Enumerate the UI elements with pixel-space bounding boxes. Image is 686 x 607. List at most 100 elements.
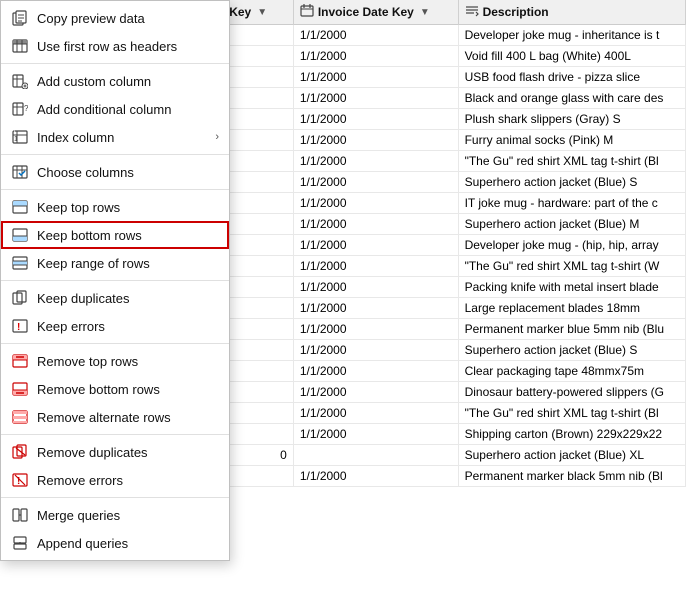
- menu-item-label-keep-duplicates: Keep duplicates: [37, 291, 219, 306]
- cell-date: 1/1/2000: [293, 424, 458, 445]
- svg-text:i: i: [14, 130, 15, 136]
- menu-item-keep-bottom-rows[interactable]: Keep bottom rows: [1, 221, 229, 249]
- menu-item-label-remove-alternate-rows: Remove alternate rows: [37, 410, 219, 425]
- context-menu: Copy preview data Use first row as header…: [0, 0, 230, 561]
- invoice-date-key-header[interactable]: Invoice Date Key ▼: [293, 0, 458, 25]
- cell-date: 1/1/2000: [293, 109, 458, 130]
- menu-divider: [1, 497, 229, 498]
- menu-item-label-append-queries: Append queries: [37, 536, 219, 551]
- cell-desc: Superhero action jacket (Blue) M: [458, 214, 685, 235]
- remove-top-icon: [11, 352, 29, 370]
- cell-desc: Superhero action jacket (Blue) XL: [458, 445, 685, 466]
- menu-item-add-conditional-col[interactable]: ? Add conditional column: [1, 95, 229, 123]
- description-header[interactable]: Description: [458, 0, 685, 25]
- menu-item-keep-range-rows[interactable]: Keep range of rows: [1, 249, 229, 277]
- cell-date: 1/1/2000: [293, 319, 458, 340]
- menu-item-remove-bottom-rows[interactable]: Remove bottom rows: [1, 375, 229, 403]
- cell-desc: Packing knife with metal insert blade: [458, 277, 685, 298]
- keep-dup-icon: [11, 289, 29, 307]
- cell-date: 1/1/2000: [293, 256, 458, 277]
- cell-date: 1/1/2000: [293, 172, 458, 193]
- menu-item-remove-top-rows[interactable]: Remove top rows: [1, 347, 229, 375]
- cell-desc: Black and orange glass with care des: [458, 88, 685, 109]
- cell-date: 1/1/2000: [293, 193, 458, 214]
- cell-desc: Plush shark slippers (Gray) S: [458, 109, 685, 130]
- cell-date: 1/1/2000: [293, 403, 458, 424]
- cell-desc: Developer joke mug - (hip, hip, array: [458, 235, 685, 256]
- menu-item-add-custom-col[interactable]: Add custom column: [1, 67, 229, 95]
- cell-desc: Superhero action jacket (Blue) S: [458, 340, 685, 361]
- cell-date: 1/1/2000: [293, 130, 458, 151]
- menu-item-merge-queries[interactable]: Merge queries: [1, 501, 229, 529]
- menu-item-label-remove-top-rows: Remove top rows: [37, 354, 219, 369]
- customer-key-dropdown[interactable]: ▼: [255, 7, 269, 18]
- menu-item-label-choose-columns: Choose columns: [37, 165, 219, 180]
- append-icon: [11, 534, 29, 552]
- add-col-icon: [11, 72, 29, 90]
- menu-item-index-column[interactable]: 1i Index column ›: [1, 123, 229, 151]
- description-type-icon: [465, 4, 479, 20]
- invoice-date-label: Invoice Date Key: [318, 5, 414, 19]
- menu-item-label-keep-top-rows: Keep top rows: [37, 200, 219, 215]
- menu-divider: [1, 280, 229, 281]
- copy-icon: [11, 9, 29, 27]
- menu-item-keep-errors[interactable]: ! Keep errors: [1, 312, 229, 340]
- invoice-date-dropdown[interactable]: ▼: [418, 7, 432, 18]
- cell-desc: Superhero action jacket (Blue) S: [458, 172, 685, 193]
- cell-desc: IT joke mug - hardware: part of the c: [458, 193, 685, 214]
- menu-item-label-first-row-headers: Use first row as headers: [37, 39, 219, 54]
- svg-text:!: !: [17, 322, 20, 333]
- cell-date: 1/1/2000: [293, 277, 458, 298]
- menu-item-label-copy-preview: Copy preview data: [37, 11, 219, 26]
- menu-item-label-keep-errors: Keep errors: [37, 319, 219, 334]
- cell-date: [293, 445, 458, 466]
- cell-date: 1/1/2000: [293, 25, 458, 46]
- merge-icon: [11, 506, 29, 524]
- menu-item-remove-duplicates[interactable]: Remove duplicates: [1, 438, 229, 466]
- cell-date: 1/1/2000: [293, 67, 458, 88]
- cell-date: 1/1/2000: [293, 340, 458, 361]
- cell-desc: USB food flash drive - pizza slice: [458, 67, 685, 88]
- cell-desc: "The Gu" red shirt XML tag t-shirt (Bl: [458, 403, 685, 424]
- cell-desc: "The Gu" red shirt XML tag t-shirt (Bl: [458, 151, 685, 172]
- cell-desc: Developer joke mug - inheritance is t: [458, 25, 685, 46]
- cell-date: 1/1/2000: [293, 88, 458, 109]
- remove-alt-icon: [11, 408, 29, 426]
- menu-divider: [1, 343, 229, 344]
- cell-date: 1/1/2000: [293, 151, 458, 172]
- cell-desc: Void fill 400 L bag (White) 400L: [458, 46, 685, 67]
- keep-top-icon: [11, 198, 29, 216]
- menu-divider: [1, 154, 229, 155]
- menu-item-label-remove-bottom-rows: Remove bottom rows: [37, 382, 219, 397]
- cell-desc: Permanent marker blue 5mm nib (Blu: [458, 319, 685, 340]
- remove-err-icon: !: [11, 471, 29, 489]
- cell-desc: Furry animal socks (Pink) M: [458, 130, 685, 151]
- menu-divider: [1, 434, 229, 435]
- menu-item-label-keep-range-rows: Keep range of rows: [37, 256, 219, 271]
- menu-item-remove-errors[interactable]: !Remove errors: [1, 466, 229, 494]
- cell-date: 1/1/2000: [293, 466, 458, 487]
- svg-text:?: ?: [24, 104, 28, 113]
- menu-item-choose-columns[interactable]: Choose columns: [1, 158, 229, 186]
- menu-item-keep-top-rows[interactable]: Keep top rows: [1, 193, 229, 221]
- svg-text:1: 1: [14, 136, 18, 143]
- keep-bottom-icon: [11, 226, 29, 244]
- menu-item-copy-preview[interactable]: Copy preview data: [1, 4, 229, 32]
- menu-item-label-index-column: Index column: [37, 130, 207, 145]
- cell-date: 1/1/2000: [293, 46, 458, 67]
- menu-item-label-keep-bottom-rows: Keep bottom rows: [37, 228, 219, 243]
- invoice-date-type-icon: [300, 4, 314, 20]
- submenu-arrow: ›: [215, 131, 219, 143]
- cell-desc: "The Gu" red shirt XML tag t-shirt (W: [458, 256, 685, 277]
- cell-desc: Clear packaging tape 48mmx75m: [458, 361, 685, 382]
- menu-item-label-add-custom-col: Add custom column: [37, 74, 219, 89]
- menu-item-first-row-headers[interactable]: Use first row as headers: [1, 32, 229, 60]
- cell-date: 1/1/2000: [293, 235, 458, 256]
- menu-item-append-queries[interactable]: Append queries: [1, 529, 229, 557]
- cell-desc: Large replacement blades 18mm: [458, 298, 685, 319]
- headers-icon: [11, 37, 29, 55]
- menu-item-label-add-conditional-col: Add conditional column: [37, 102, 219, 117]
- menu-item-keep-duplicates[interactable]: Keep duplicates: [1, 284, 229, 312]
- menu-divider: [1, 63, 229, 64]
- menu-item-remove-alternate-rows[interactable]: Remove alternate rows: [1, 403, 229, 431]
